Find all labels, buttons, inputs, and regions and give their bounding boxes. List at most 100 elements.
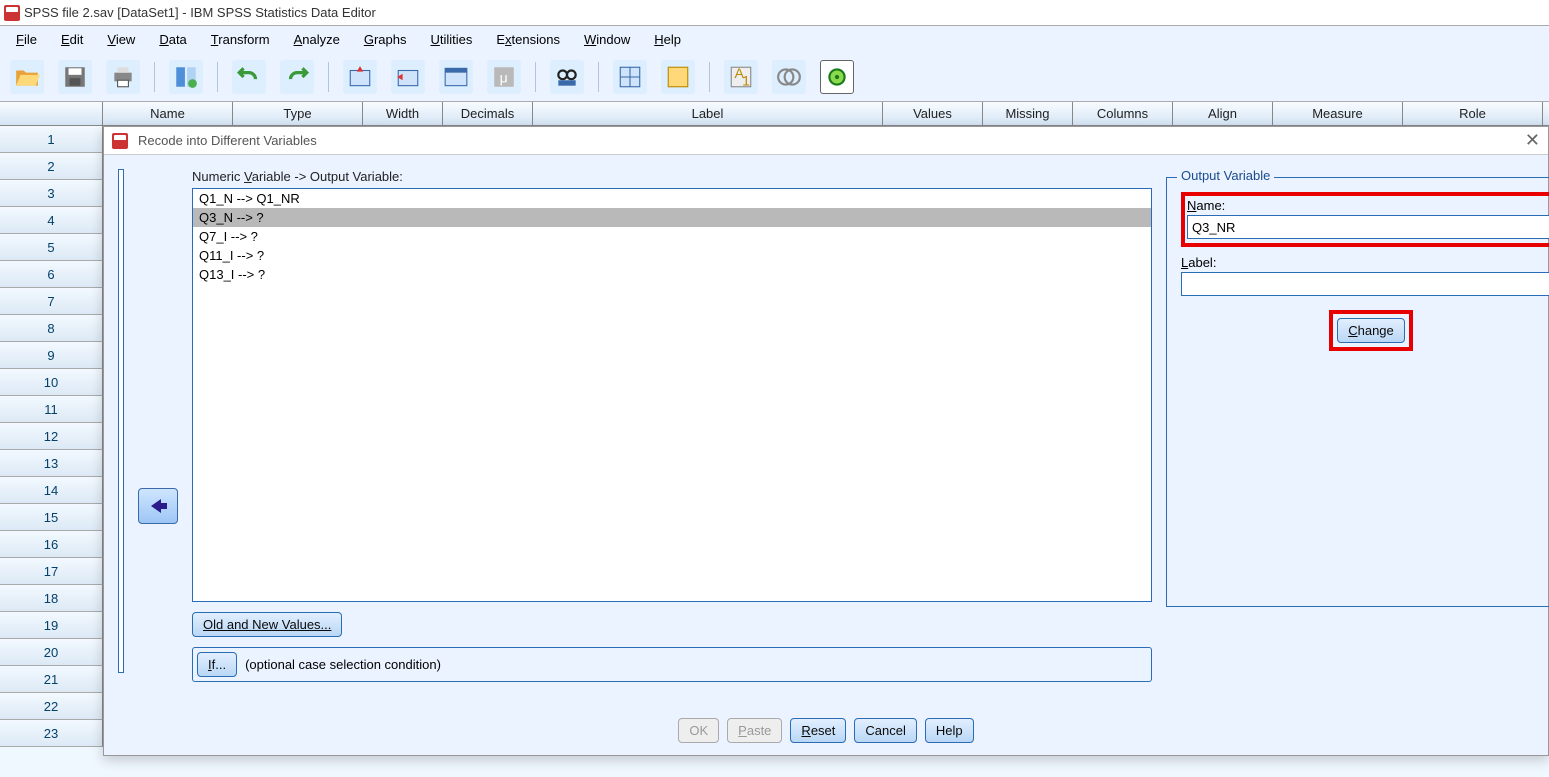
recode-dialog: Recode into Different Variables ✕ ID [ID… — [103, 126, 1549, 756]
mapping-item[interactable]: Q11_I --> ? — [193, 246, 1151, 265]
mapping-item[interactable]: Q1_N --> Q1_NR — [193, 189, 1151, 208]
run-desc-icon[interactable]: μ — [487, 60, 521, 94]
col-name[interactable]: Name — [103, 102, 233, 125]
dialog-app-icon — [112, 133, 128, 149]
col-label[interactable]: Label — [533, 102, 883, 125]
mapping-item[interactable]: Q7_I --> ? — [193, 227, 1151, 246]
source-var-item[interactable]: I keep my promises [Q5_S] — [121, 390, 124, 452]
old-new-values-button[interactable]: Old and New Values... — [192, 612, 342, 637]
app-icon — [4, 5, 20, 21]
row-number[interactable]: 7 — [0, 288, 103, 315]
change-highlight-box: Change — [1329, 310, 1413, 351]
menu-edit[interactable]: Edit — [51, 30, 93, 49]
if-condition-box: If... (optional case selection condition… — [192, 647, 1152, 682]
scale-icon — [123, 414, 124, 428]
print-icon[interactable] — [106, 60, 140, 94]
variables-icon[interactable] — [439, 60, 473, 94]
menu-analyze[interactable]: Analyze — [284, 30, 350, 49]
source-var-item[interactable]: I prefer variety to routine [Q9_E] — [121, 606, 124, 673]
undo-icon[interactable] — [232, 60, 266, 94]
menu-utilities[interactable]: Utilities — [420, 30, 482, 49]
row-number[interactable]: 21 — [0, 666, 103, 693]
source-var-item[interactable]: I enjoy being center of attention [Q6_E] — [121, 452, 124, 544]
col-missing[interactable]: Missing — [983, 102, 1073, 125]
col-align[interactable]: Align — [1173, 102, 1273, 125]
goto-var-icon[interactable] — [391, 60, 425, 94]
open-icon[interactable] — [10, 60, 44, 94]
row-number[interactable]: 2 — [0, 153, 103, 180]
menu-file[interactable]: File — [6, 30, 47, 49]
menu-view[interactable]: View — [97, 30, 145, 49]
row-number[interactable]: 16 — [0, 531, 103, 558]
ok-button[interactable]: OK — [678, 718, 719, 743]
show-all-icon[interactable] — [820, 60, 854, 94]
svg-text:1: 1 — [742, 72, 750, 88]
row-number[interactable]: 15 — [0, 504, 103, 531]
row-number[interactable]: 11 — [0, 396, 103, 423]
mapping-item[interactable]: Q13_I --> ? — [193, 265, 1151, 284]
row-number[interactable]: 17 — [0, 558, 103, 585]
mapping-label: Numeric Variable -> Output Variable: — [192, 169, 1152, 184]
row-number[interactable]: 19 — [0, 612, 103, 639]
source-variables-list[interactable]: ID [ID]I like to take charge of situatio… — [118, 169, 124, 673]
col-role[interactable]: Role — [1403, 102, 1543, 125]
output-name-input[interactable] — [1187, 215, 1549, 239]
recall-icon[interactable] — [169, 60, 203, 94]
row-number[interactable]: 1 — [0, 126, 103, 153]
help-button[interactable]: Help — [925, 718, 974, 743]
row-number[interactable]: 5 — [0, 234, 103, 261]
row-number[interactable]: 9 — [0, 342, 103, 369]
source-var-item[interactable]: ID [ID] — [121, 174, 124, 206]
find-icon[interactable] — [550, 60, 584, 94]
output-variable-legend: Output Variable — [1177, 168, 1274, 183]
mapping-item[interactable]: Q3_N --> ? — [193, 208, 1151, 227]
value-labels-icon[interactable]: A1 — [724, 60, 758, 94]
menu-extensions[interactable]: Extensions — [486, 30, 570, 49]
reset-button[interactable]: Reset — [790, 718, 846, 743]
save-icon[interactable] — [58, 60, 92, 94]
col-measure[interactable]: Measure — [1273, 102, 1403, 125]
col-decimals[interactable]: Decimals — [443, 102, 533, 125]
menu-window[interactable]: Window — [574, 30, 640, 49]
window-title-bar: SPSS file 2.sav [DataSet1] - IBM SPSS St… — [0, 0, 1549, 26]
goto-case-icon[interactable] — [343, 60, 377, 94]
menu-bar: File Edit View Data Transform Analyze Gr… — [0, 26, 1549, 52]
source-var-item[interactable]: I like to take charge of situations and … — [121, 206, 124, 313]
weight-icon[interactable] — [661, 60, 695, 94]
mapping-list[interactable]: Q1_N --> Q1_NRQ3_N --> ?Q7_I --> ?Q11_I … — [192, 188, 1152, 602]
move-left-button[interactable] — [138, 488, 178, 524]
row-number[interactable]: 20 — [0, 639, 103, 666]
row-number[interactable]: 23 — [0, 720, 103, 747]
cancel-button[interactable]: Cancel — [854, 718, 916, 743]
row-number[interactable]: 4 — [0, 207, 103, 234]
toolbar: μ A1 — [0, 52, 1549, 102]
source-var-item[interactable]: I am very regular in my approach. [Q4_S] — [121, 313, 124, 390]
output-label-input[interactable] — [1181, 272, 1549, 296]
row-number[interactable]: 22 — [0, 693, 103, 720]
col-width[interactable]: Width — [363, 102, 443, 125]
menu-data[interactable]: Data — [149, 30, 196, 49]
row-number[interactable]: 6 — [0, 261, 103, 288]
col-type[interactable]: Type — [233, 102, 363, 125]
split-icon[interactable] — [613, 60, 647, 94]
close-icon[interactable]: ✕ — [1525, 130, 1540, 151]
if-button[interactable]: If... — [197, 652, 237, 677]
row-number[interactable]: 8 — [0, 315, 103, 342]
menu-transform[interactable]: Transform — [201, 30, 280, 49]
row-number[interactable]: 13 — [0, 450, 103, 477]
row-number[interactable]: 18 — [0, 585, 103, 612]
use-sets-icon[interactable] — [772, 60, 806, 94]
redo-icon[interactable] — [280, 60, 314, 94]
paste-button[interactable]: Paste — [727, 718, 782, 743]
row-number[interactable]: 12 — [0, 423, 103, 450]
col-values[interactable]: Values — [883, 102, 983, 125]
menu-help[interactable]: Help — [644, 30, 691, 49]
dialog-titlebar[interactable]: Recode into Different Variables ✕ — [104, 127, 1548, 155]
col-columns[interactable]: Columns — [1073, 102, 1173, 125]
menu-graphs[interactable]: Graphs — [354, 30, 417, 49]
source-var-item[interactable]: I love being in comapny. [Q8_E] — [121, 544, 124, 606]
row-number[interactable]: 14 — [0, 477, 103, 504]
row-number[interactable]: 3 — [0, 180, 103, 207]
row-number[interactable]: 10 — [0, 369, 103, 396]
change-button[interactable]: Change — [1337, 318, 1405, 343]
